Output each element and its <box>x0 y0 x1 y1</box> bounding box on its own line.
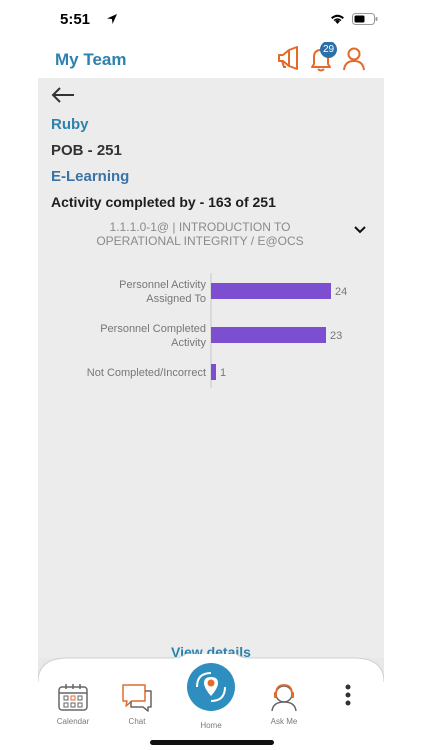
chart-category-label: Personnel Completed <box>100 323 206 335</box>
chart-value-label: 23 <box>330 330 342 342</box>
tab-chat-label: Chat <box>128 717 146 726</box>
chart-value-label: 24 <box>335 286 347 298</box>
tab-ask-me[interactable]: Ask Me <box>254 682 314 726</box>
battery-icon <box>352 13 378 25</box>
tab-bar: Calendar Chat Home Ask Me <box>38 654 384 750</box>
chart-value-label: 1 <box>220 367 226 379</box>
app-header: My Team 29 <box>38 42 384 78</box>
chat-icon <box>122 684 152 712</box>
tab-calendar[interactable]: Calendar <box>43 682 103 726</box>
home-indicator <box>150 740 274 745</box>
app-frame: My Team 29 Ruby POB - 251 E-Learning Act… <box>38 42 384 750</box>
status-bar: 5:51 <box>0 0 422 40</box>
tab-home-label: Home <box>200 721 222 730</box>
chart-bar <box>211 327 326 343</box>
location-arrow-icon <box>107 14 117 24</box>
activity-chart: 24 Personnel Activity Assigned To 23 Personn… <box>87 273 347 388</box>
chart-category-label: Activity <box>171 337 206 349</box>
page-title: My Team <box>55 50 127 69</box>
notification-badge: 29 <box>320 42 337 58</box>
home-icon <box>187 663 235 711</box>
status-time: 5:51 <box>60 11 91 28</box>
tab-calendar-label: Calendar <box>56 717 90 726</box>
detail-panel: Ruby POB - 251 E-Learning Activity compl… <box>38 78 384 660</box>
calendar-icon <box>58 684 88 711</box>
wifi-icon <box>331 14 344 24</box>
tab-home[interactable]: Home <box>181 662 241 730</box>
chart-bar <box>211 283 331 299</box>
chart-category-label: Not Completed/Incorrect <box>87 367 206 379</box>
tab-chat[interactable]: Chat <box>107 682 167 726</box>
chart-bar <box>211 364 216 380</box>
ask-me-icon <box>271 684 297 712</box>
tab-ask-me-label: Ask Me <box>270 717 298 726</box>
chart-category-label: Assigned To <box>146 293 206 305</box>
more-options-icon[interactable] <box>344 684 352 708</box>
megaphone-icon[interactable] <box>276 46 300 70</box>
chart-category-label: Personnel Activity <box>119 279 206 291</box>
user-icon[interactable] <box>342 46 366 72</box>
